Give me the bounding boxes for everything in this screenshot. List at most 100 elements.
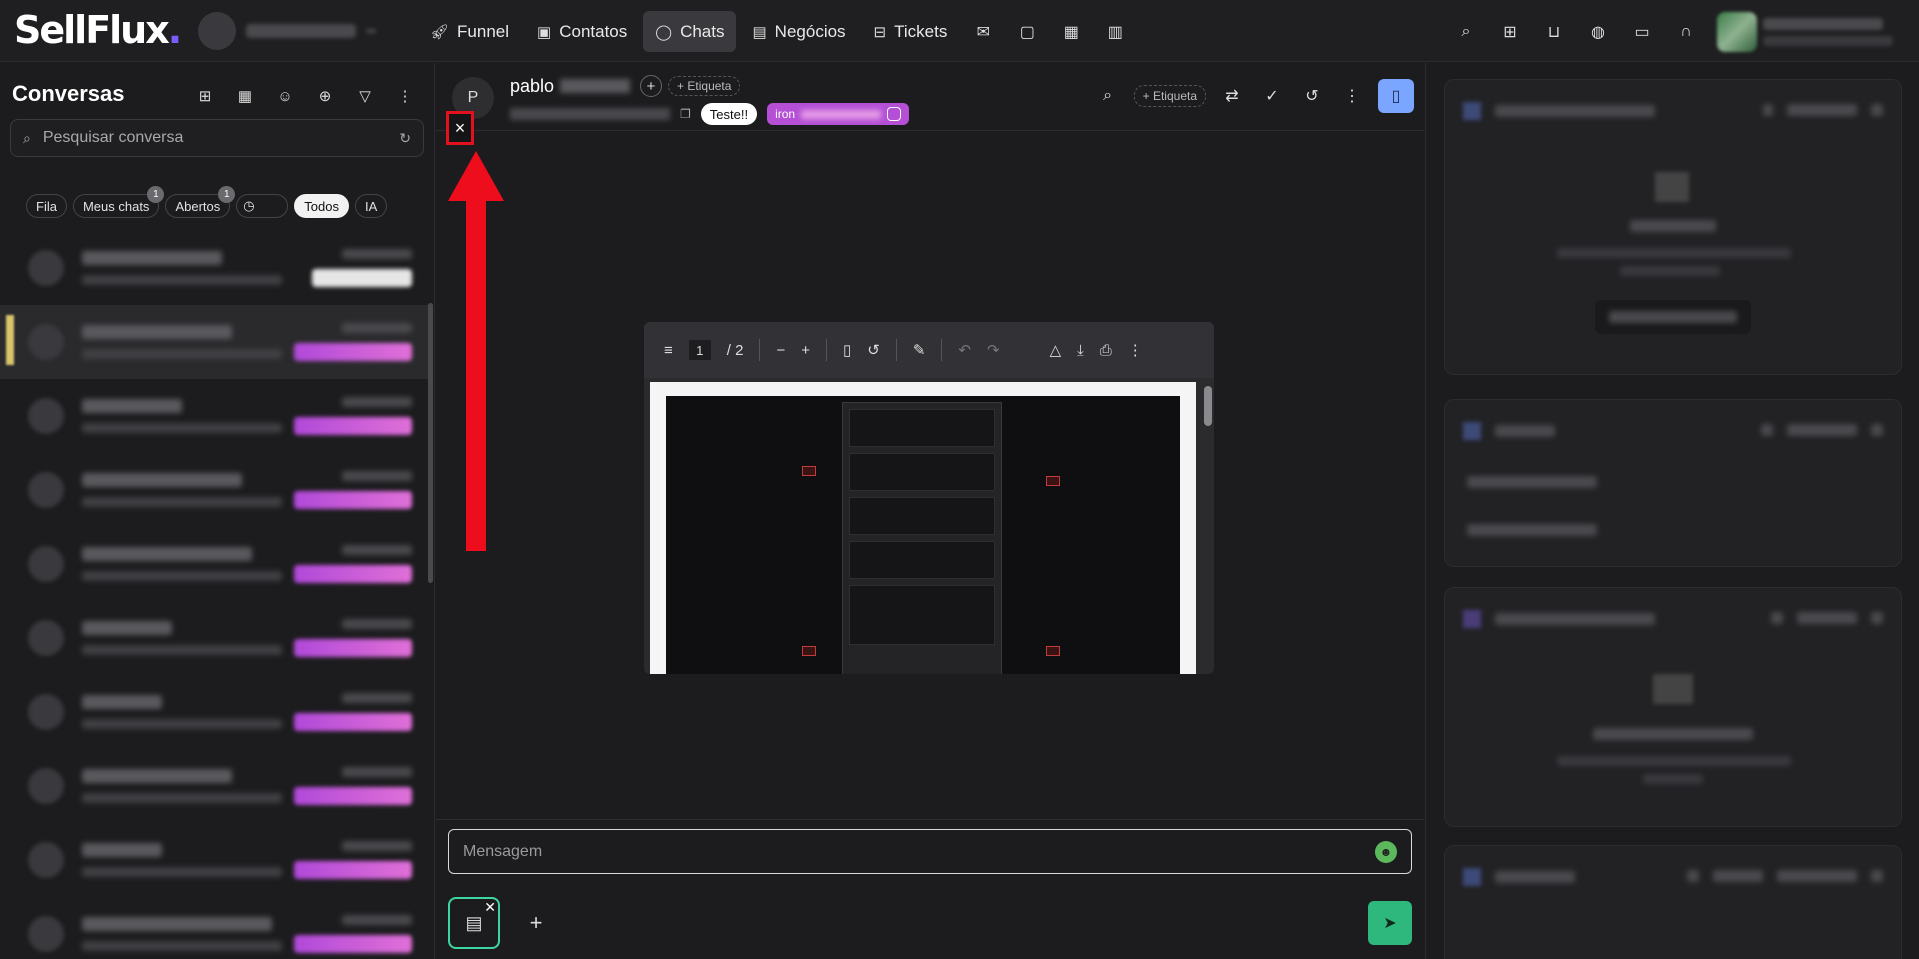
rotate-icon[interactable]: ↺ — [867, 341, 880, 359]
filter-fila[interactable]: Fila — [26, 194, 67, 218]
history-icon[interactable]: ↺ — [1298, 81, 1326, 111]
apps-grid-icon[interactable]: ⊞ — [1491, 13, 1529, 51]
bot-icon[interactable]: ☻ — [1375, 840, 1397, 863]
details-card — [1444, 587, 1902, 827]
avatar — [28, 842, 64, 878]
filter-icon[interactable]: ▽ — [350, 81, 380, 111]
print-icon[interactable]: ⎙ — [1100, 342, 1112, 359]
details-card — [1444, 79, 1902, 375]
redo-icon[interactable]: ↷ — [987, 341, 1000, 359]
bar-chart-icon[interactable]: ▥ — [1095, 11, 1135, 52]
nav-funnel[interactable]: 🚀︎ Funnel — [418, 11, 521, 52]
attachment-thumbnail[interactable]: ▤ ✕ — [448, 897, 500, 949]
nav-negocios[interactable]: ▤ Negócios — [740, 11, 857, 52]
workspace-switcher[interactable] — [198, 12, 398, 50]
sidebar-actions: ⊞ ▦ ☺ ⊕ ▽ ⋮ — [190, 81, 420, 111]
calendar-icon[interactable]: ▦ — [1051, 11, 1091, 52]
download-icon[interactable]: ⤓ — [1077, 342, 1084, 359]
list-item[interactable] — [0, 749, 428, 823]
zoom-out-icon[interactable]: − — [776, 342, 785, 359]
list-item[interactable] — [0, 231, 428, 305]
avatar — [28, 472, 64, 508]
chat-icon: ◯ — [655, 23, 673, 41]
message-input[interactable] — [463, 842, 1375, 861]
zoom-in-icon[interactable]: + — [801, 342, 810, 359]
grid-icon[interactable]: ⊞ — [190, 81, 220, 111]
sidebar-title: Conversas — [12, 81, 125, 106]
nav-contatos[interactable]: ▣ Contatos — [525, 11, 639, 52]
list-item[interactable] — [0, 379, 428, 453]
pdf-scrollbar[interactable] — [1204, 386, 1212, 426]
main-nav: 🚀︎ Funnel ▣ Contatos ◯ Chats ▤ Negócios ⊟ Tic… — [418, 11, 1135, 52]
pdf-embedded-modal — [842, 402, 1002, 674]
inbox-icon[interactable]: ⊔ — [1535, 13, 1573, 51]
building-icon[interactable]: ▦ — [230, 81, 260, 111]
list-item[interactable] — [0, 601, 428, 675]
user-avatar[interactable] — [1717, 12, 1757, 52]
book-icon[interactable]: ▭ — [1623, 13, 1661, 51]
nav-chats[interactable]: ◯ Chats — [643, 11, 737, 52]
mail-icon[interactable]: ✉ — [963, 11, 1003, 52]
avatar — [28, 398, 64, 434]
filter-ia[interactable]: IA — [354, 194, 388, 218]
contact-name-row: pablo + + Etiqueta — [510, 75, 741, 97]
transfer-icon[interactable]: ⇄ — [1218, 81, 1246, 111]
more-vertical-icon[interactable]: ⋮ — [1128, 341, 1143, 359]
send-button[interactable]: ➤ — [1368, 901, 1412, 945]
list-item[interactable] — [0, 675, 428, 749]
remove-attachment-icon[interactable]: ✕ — [484, 899, 496, 916]
more-vertical-icon[interactable]: ⋮ — [1338, 81, 1366, 111]
list-item[interactable] — [0, 527, 428, 601]
check-circle-icon[interactable]: ✓ — [1258, 81, 1286, 111]
nav-tickets[interactable]: ⊟ Tickets — [862, 11, 960, 52]
avatar — [28, 916, 64, 952]
add-attachment-button[interactable]: + — [522, 909, 550, 937]
sellflux-logo[interactable]: SellFlux. — [14, 8, 182, 52]
users-icon[interactable]: ☺ — [270, 81, 300, 111]
filter-meus-chats[interactable]: Meus chats 1 — [72, 186, 165, 218]
filter-clock[interactable]: ◷ — [236, 194, 289, 218]
workspace-caret — [366, 29, 376, 33]
header-add-tag-button[interactable]: + Etiqueta — [1133, 85, 1206, 107]
list-item[interactable] — [0, 305, 428, 379]
add-tag-button[interactable]: + Etiqueta — [668, 76, 741, 96]
copy-icon[interactable]: ❐ — [680, 107, 691, 121]
workspace-name-blurred — [246, 24, 356, 38]
menu-icon[interactable]: ≡ — [664, 342, 673, 359]
list-item[interactable] — [0, 823, 428, 897]
chat-header: P pablo + + Etiqueta ❐ Teste!! iron ⌕ + … — [436, 63, 1424, 131]
search-icon[interactable]: ⌕ — [1094, 81, 1122, 111]
search-input[interactable] — [42, 129, 388, 147]
undo-icon[interactable]: ↶ — [958, 341, 971, 359]
refresh-icon[interactable]: ↻ — [399, 130, 411, 147]
contact-name-blurred — [560, 79, 631, 93]
filter-abertos[interactable]: Abertos 1 — [165, 186, 236, 218]
details-card — [1444, 399, 1902, 567]
add-icon[interactable]: + — [640, 75, 663, 97]
top-right-actions: ⌕ ⊞ ⊔ ◍ ▭ ∩ — [1447, 12, 1893, 52]
sidebar-toggle-icon[interactable]: ▯ — [1378, 79, 1414, 113]
more-vertical-icon[interactable]: ⋮ — [390, 81, 420, 111]
list-item[interactable] — [0, 897, 428, 959]
list-scrollbar[interactable] — [428, 303, 433, 583]
instagram-icon — [887, 107, 902, 121]
drive-icon[interactable]: △ — [1050, 341, 1062, 359]
conversations-sidebar: Conversas ⊞ ▦ ☺ ⊕ ▽ ⋮ ⌕ ↻ Fila Meus chat… — [0, 63, 435, 959]
close-preview-button[interactable]: × — [446, 111, 474, 145]
filter-todos[interactable]: Todos — [294, 194, 349, 218]
globe-icon[interactable]: ◍ — [1579, 13, 1617, 51]
list-item[interactable] — [0, 453, 428, 527]
tag-instagram[interactable]: iron — [767, 103, 910, 125]
annotate-icon[interactable]: ✎ — [913, 341, 926, 359]
fit-page-icon[interactable]: ▯ — [843, 341, 851, 359]
pdf-page — [650, 382, 1196, 674]
annotation-arrow-head — [448, 151, 504, 201]
pdf-page-content — [666, 396, 1180, 674]
new-chat-icon[interactable]: ⊕ — [310, 81, 340, 111]
page-input[interactable]: 1 — [688, 340, 711, 360]
message-icon[interactable]: ▢ — [1007, 11, 1047, 52]
headset-icon[interactable]: ∩ — [1667, 13, 1705, 51]
tag-teste[interactable]: Teste!! — [700, 103, 758, 125]
search-icon[interactable]: ⌕ — [1447, 13, 1485, 51]
contact-phone-blurred — [510, 108, 670, 120]
